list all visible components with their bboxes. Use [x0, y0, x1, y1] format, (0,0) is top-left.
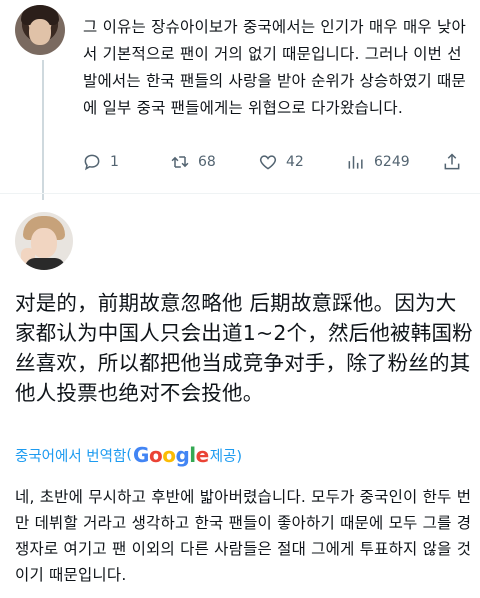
retweet-icon — [171, 156, 189, 168]
main-tweet-text: 对是的，前期故意忽略他 后期故意踩他。因为大家都认为中国人只会出道1~2个，然后… — [15, 291, 473, 405]
translated-tweet-text: 네, 초반에 무시하고 후반에 밟아버렸습니다. 모두가 중국인이 한두 번만 … — [15, 488, 472, 584]
reply-icon — [84, 154, 100, 171]
retweet-count: 68 — [198, 154, 216, 170]
view-count: 6249 — [374, 154, 410, 170]
avatar[interactable] — [15, 5, 65, 55]
like-count: 42 — [286, 154, 304, 170]
views-icon — [348, 156, 363, 169]
avatar[interactable] — [15, 212, 73, 270]
retweet-button[interactable]: 68 — [170, 152, 216, 172]
reply-count: 1 — [110, 154, 119, 170]
views-button[interactable]: 6249 — [346, 152, 410, 172]
like-icon — [259, 155, 277, 170]
thread-connector-line — [42, 60, 44, 200]
share-button[interactable] — [442, 152, 462, 172]
like-button[interactable]: 42 — [258, 152, 304, 172]
tweet-divider — [0, 193, 480, 194]
translate-attribution[interactable]: 중국어에서 번역함 ( Google 제공) — [15, 440, 242, 470]
reply-tweet-text: 그 이유는 장슈아이보가 중국에서는 인기가 매우 매우 낮아서 기본적으로 팬… — [83, 18, 466, 117]
google-logo: Google — [133, 443, 209, 467]
translate-prefix: 중국어에서 번역함 — [15, 448, 127, 465]
translate-open-paren: ( — [126, 447, 133, 463]
share-icon — [444, 153, 460, 170]
translate-suffix: 제공) — [209, 448, 243, 465]
reply-button[interactable]: 1 — [82, 152, 119, 172]
tweet-action-bar: 1 68 42 6249 — [82, 150, 467, 174]
